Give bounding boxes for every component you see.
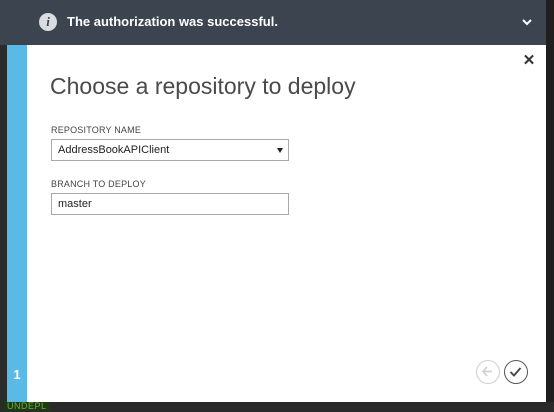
dialog-title: Choose a repository to deploy	[50, 73, 356, 99]
checkmark-icon	[509, 367, 522, 377]
step-rail: 1	[7, 45, 27, 402]
dropdown-arrow-icon	[277, 148, 283, 153]
step-number: 1	[13, 367, 21, 382]
background-portal-footer	[0, 402, 554, 412]
complete-button[interactable]	[504, 360, 528, 384]
deploy-dialog: ✕ Choose a repository to deploy REPOSITO…	[27, 45, 546, 402]
notification-bar: i The authorization was successful.	[0, 0, 546, 45]
branch-to-deploy-label: BRANCH TO DEPLOY	[51, 179, 146, 189]
background-status-text: UNDEPL	[4, 401, 50, 411]
chevron-down-icon[interactable]	[520, 15, 534, 29]
repository-name-label: REPOSITORY NAME	[51, 125, 142, 135]
notification-message: The authorization was successful.	[67, 14, 278, 29]
back-button[interactable]	[476, 360, 500, 384]
repository-select[interactable]: AddressBookAPIClient	[51, 139, 289, 161]
branch-input[interactable]	[51, 193, 289, 215]
back-arrow-icon	[481, 366, 492, 377]
background-portal-edge	[546, 0, 554, 412]
close-icon[interactable]: ✕	[522, 53, 536, 68]
info-icon: i	[39, 13, 57, 31]
repository-selected-value: AddressBookAPIClient	[58, 144, 170, 156]
